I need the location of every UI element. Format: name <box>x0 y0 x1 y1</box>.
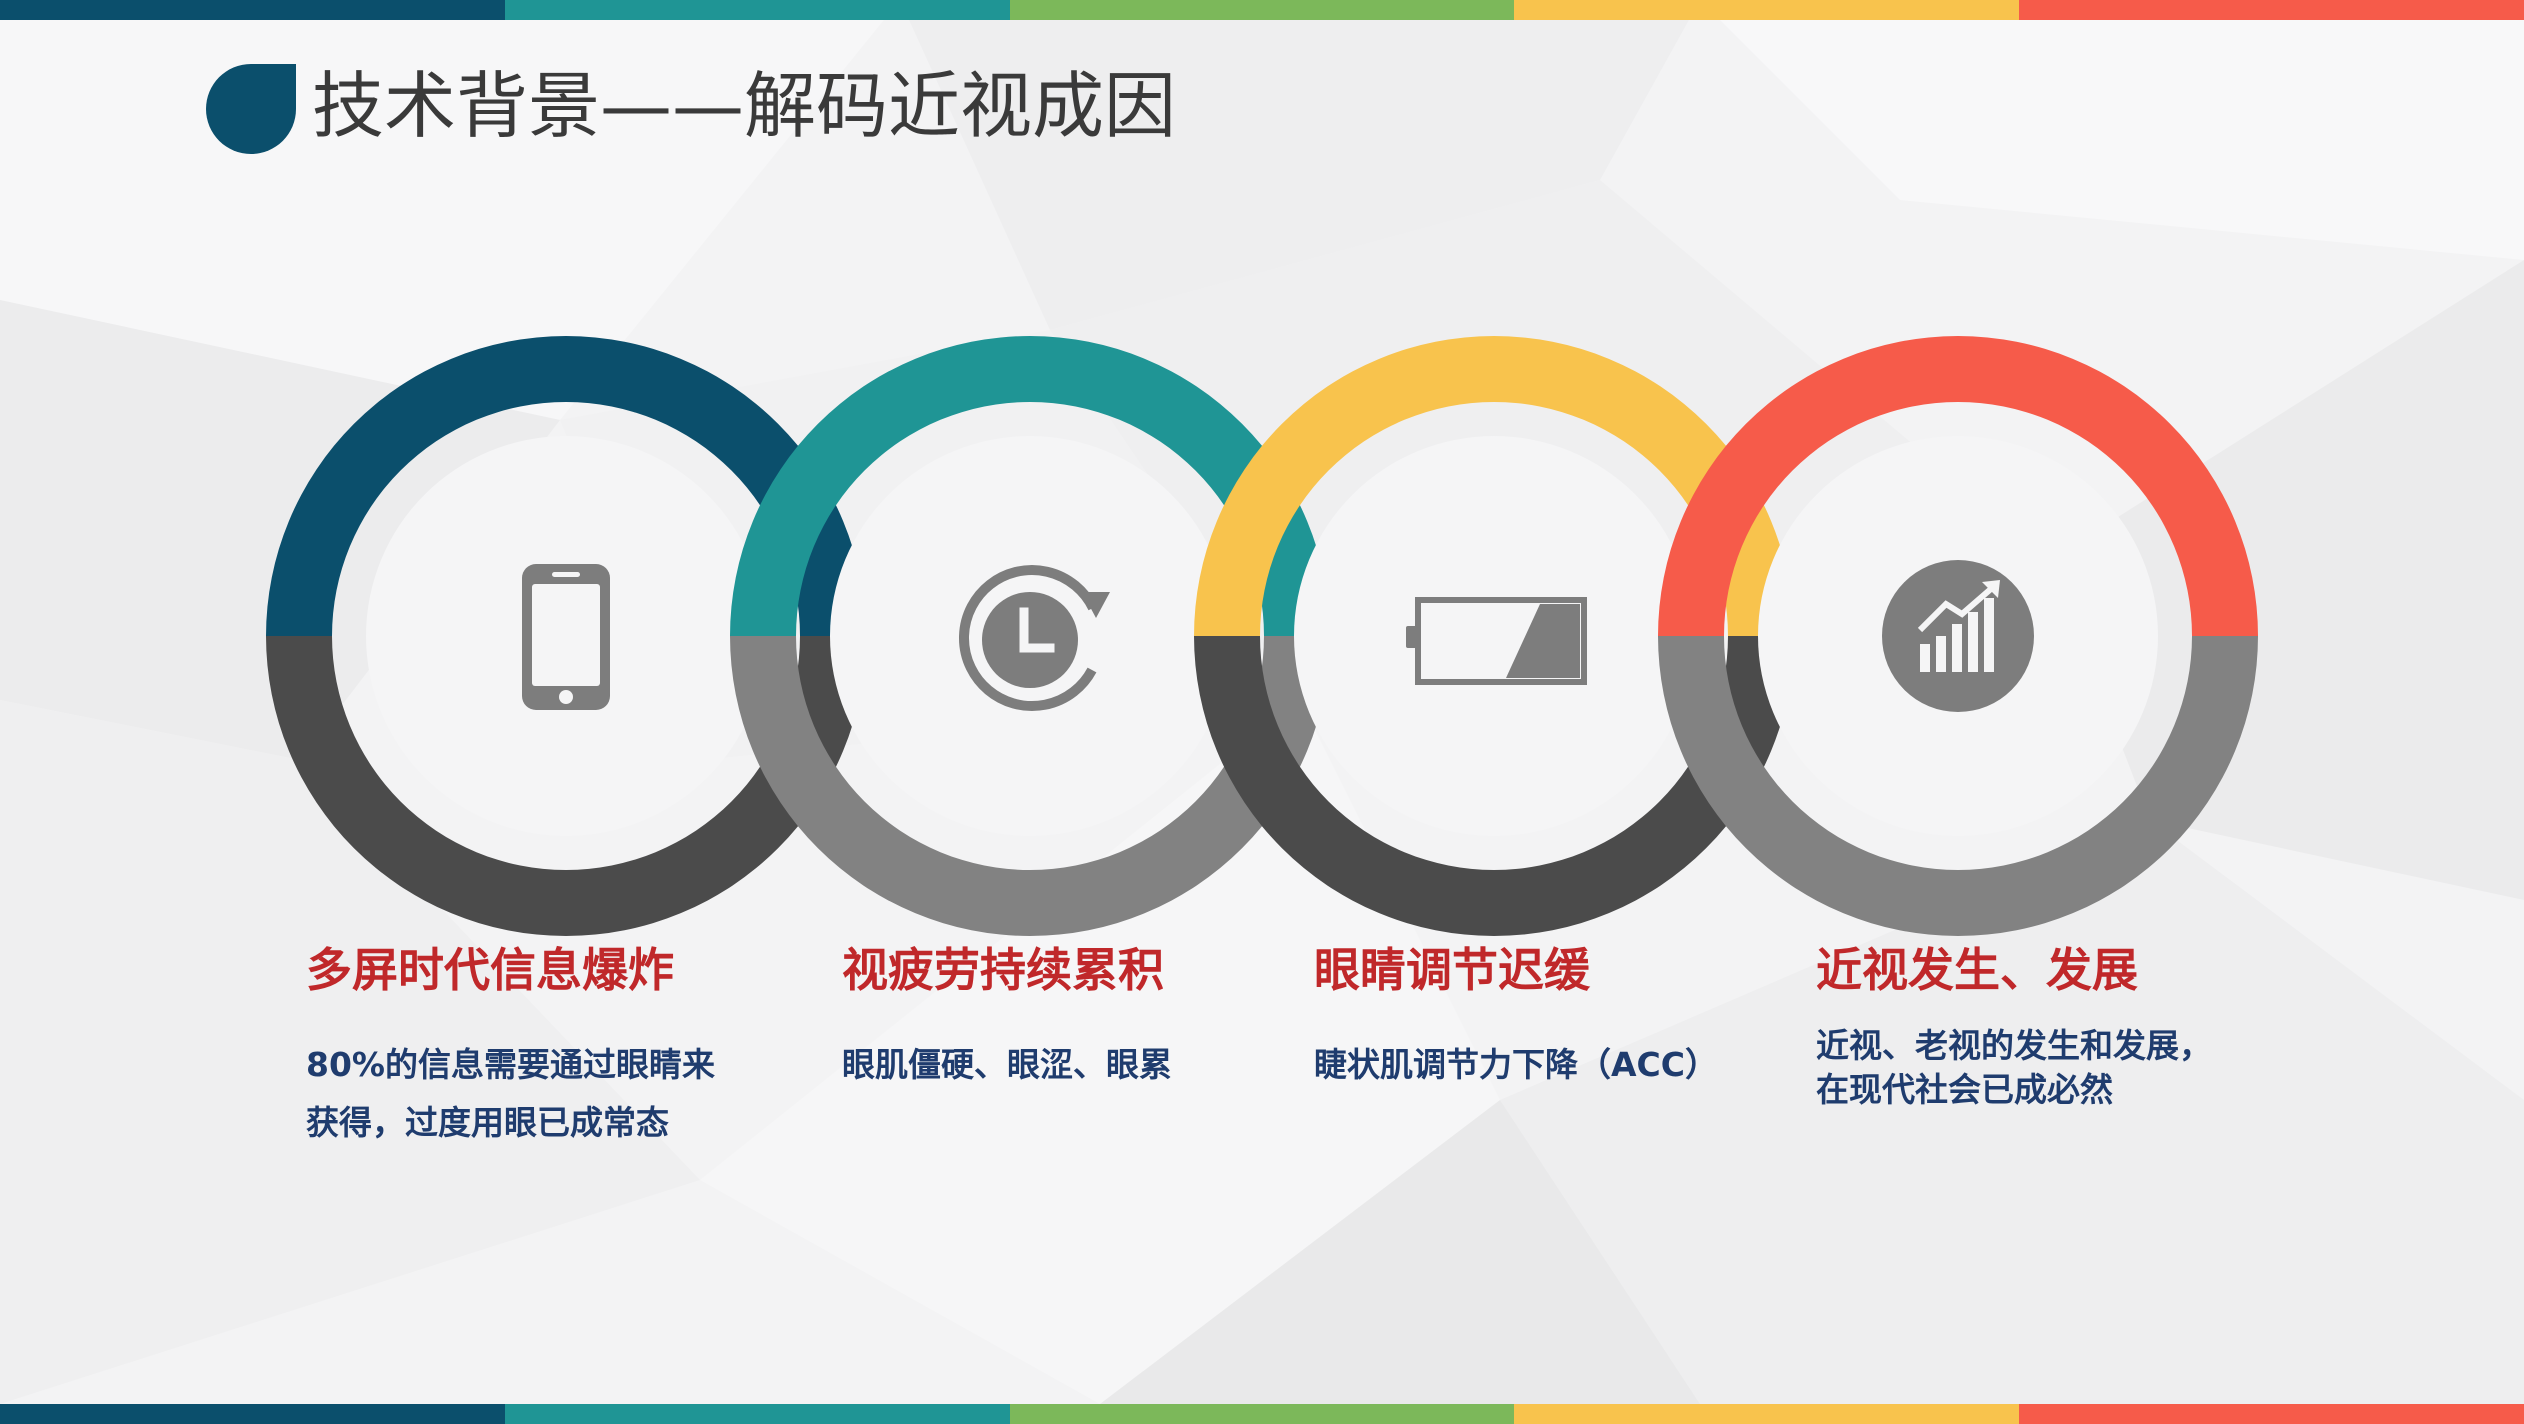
stripe-segment <box>2019 1404 2524 1424</box>
description-line: 获得，过度用眼已成常态 <box>306 1103 669 1142</box>
column-myopia-development: 近视发生、发展 近视、老视的发生和发展， 在现代社会已成必然 <box>1816 940 2376 1112</box>
column-heading: 近视发生、发展 <box>1816 943 2138 997</box>
column-screen-overload: 多屏时代信息爆炸 80%的信息需要通过眼睛来 获得，过度用眼已成常态 <box>306 940 866 1152</box>
column-description: 睫状肌调节力下降（ACC） <box>1314 1036 1874 1094</box>
description-line: 在现代社会已成必然 <box>1816 1070 2113 1109</box>
stripe-segment <box>504 1404 1010 1424</box>
growth-chart-icon <box>1882 560 2034 712</box>
description-line: 80%的信息需要通过眼睛来 <box>306 1045 715 1084</box>
description-line: 近视、老视的发生和发展， <box>1816 1026 2212 1065</box>
column-description: 近视、老视的发生和发展， 在现代社会已成必然 <box>1816 1024 2376 1112</box>
column-slow-accommodation: 眼睛调节迟缓 睫状肌调节力下降（ACC） <box>1314 940 1874 1094</box>
description-line: 睫状肌调节力下降（ACC） <box>1314 1045 1718 1084</box>
stripe-segment <box>1514 1404 2020 1424</box>
column-description: 80%的信息需要通过眼睛来 获得，过度用眼已成常态 <box>306 1036 866 1152</box>
stripe-segment <box>1009 1404 1515 1424</box>
stripe-segment <box>0 1404 505 1424</box>
smartphone-icon <box>522 564 610 710</box>
low-battery-icon <box>1406 597 1587 685</box>
bottom-color-stripe <box>0 1404 2524 1424</box>
four-ring-infographic <box>266 336 2258 936</box>
column-heading: 眼睛调节迟缓 <box>1314 943 1590 997</box>
column-heading: 多屏时代信息爆炸 <box>306 943 674 997</box>
